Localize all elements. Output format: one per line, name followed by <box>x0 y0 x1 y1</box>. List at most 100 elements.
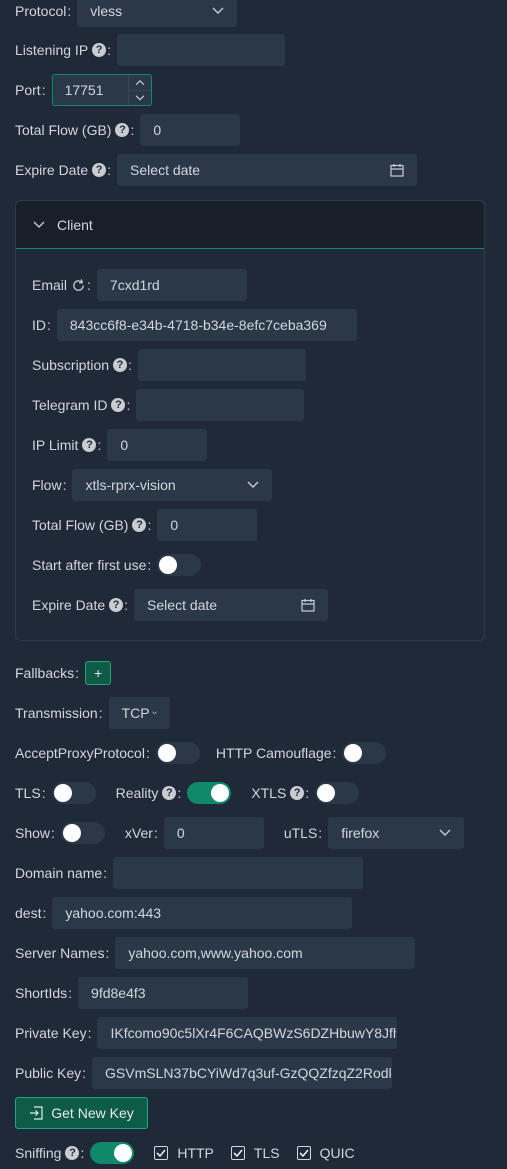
client-flow-label: Flow <box>32 477 62 493</box>
security-row: TLS: Reality?: XTLS?: <box>15 777 360 809</box>
dest-input[interactable]: yahoo.com:443 <box>52 897 353 929</box>
show-toggle[interactable] <box>60 822 105 844</box>
public-key-row: Public Key: GSVmSLN37bCYiWd7q3uf-GzQQZfz… <box>15 1057 393 1089</box>
domain-name-row: Domain name: <box>15 857 364 889</box>
help-icon[interactable]: ? <box>109 598 124 612</box>
check-icon[interactable] <box>154 1146 169 1160</box>
client-flow-value: xtls-rprx-vision <box>85 477 176 493</box>
help-icon[interactable]: ? <box>92 43 107 57</box>
tls-toggle[interactable] <box>51 782 96 804</box>
chevron-down-icon[interactable] <box>128 89 151 106</box>
sniff-quic-option[interactable]: QUIC <box>296 1145 355 1161</box>
help-icon[interactable]: ? <box>290 786 305 800</box>
check-icon[interactable] <box>296 1146 311 1160</box>
sniff-quic-label: QUIC <box>319 1145 355 1161</box>
utls-value: firefox <box>341 825 380 841</box>
chevron-down-icon <box>439 829 451 836</box>
client-flow-row: Flow: xtls-rprx-vision <box>32 469 273 501</box>
get-new-key-button[interactable]: Get New Key <box>15 1097 148 1129</box>
client-panel: Client Email : 7cxd1rd ID: 843cc6f8-e34b… <box>15 200 485 641</box>
expire-date-label: Expire Date <box>15 162 89 178</box>
calendar-icon <box>390 164 404 177</box>
port-stepper[interactable] <box>127 75 151 106</box>
reality-label: Reality <box>115 785 159 801</box>
client-start-after-label: Start after first use <box>32 557 147 573</box>
xver-input[interactable]: 0 <box>163 817 264 849</box>
fallbacks-label: Fallbacks <box>15 665 75 681</box>
client-id-row: ID: 843cc6f8-e34b-4718-b34e-8efc7ceba369 <box>32 309 357 341</box>
help-icon[interactable]: ? <box>92 163 107 177</box>
help-icon[interactable]: ? <box>65 1146 80 1160</box>
public-key-input[interactable]: GSVmSLN37bCYiWd7q3uf-GzQQZfzqZ2Rodk <box>92 1057 393 1089</box>
help-icon[interactable]: ? <box>162 786 177 800</box>
expire-date-placeholder: Select date <box>130 162 201 178</box>
client-telegram-input[interactable] <box>136 389 305 421</box>
client-expire-picker[interactable]: Select date <box>134 589 329 621</box>
sniff-http-option[interactable]: HTTP <box>154 1145 214 1161</box>
client-telegram-row: Telegram ID?: <box>32 389 305 421</box>
client-id-input[interactable]: 843cc6f8-e34b-4718-b34e-8efc7ceba369 <box>56 309 357 341</box>
domain-name-input[interactable] <box>113 857 364 889</box>
private-key-input[interactable]: IKfcomo90c5lXr4F6CAQBWzS6DZHbuwY8Jfh <box>97 1017 398 1049</box>
listening-ip-label: Listening IP <box>15 42 89 58</box>
sniff-http-label: HTTP <box>177 1145 214 1161</box>
total-flow-input[interactable]: 0 <box>140 114 241 146</box>
transmission-select[interactable]: TCP <box>108 697 170 729</box>
client-expire-label: Expire Date <box>32 597 106 613</box>
transmission-row: Transmission: TCP <box>15 697 170 729</box>
xtls-toggle[interactable] <box>315 782 360 804</box>
utls-select[interactable]: firefox <box>328 817 465 849</box>
client-ip-limit-input[interactable]: 0 <box>107 429 208 461</box>
protocol-select[interactable]: vless <box>77 0 238 27</box>
short-ids-label: ShortIds <box>15 985 68 1001</box>
expire-date-row: Expire Date?: Select date <box>15 154 418 186</box>
sniffing-label: Sniffing <box>15 1145 62 1161</box>
add-fallback-button[interactable]: + <box>85 661 112 685</box>
client-panel-header[interactable]: Client <box>16 201 484 249</box>
client-email-row: Email : 7cxd1rd <box>32 269 247 301</box>
client-total-flow-input[interactable]: 0 <box>157 509 258 541</box>
start-after-first-use-toggle[interactable] <box>157 554 202 576</box>
total-flow-label: Total Flow (GB) <box>15 122 112 138</box>
reality-toggle[interactable] <box>187 782 232 804</box>
server-names-input[interactable]: yahoo.com,www.yahoo.com <box>115 937 416 969</box>
dest-row: dest: yahoo.com:443 <box>15 897 353 929</box>
show-xver-utls-row: Show: xVer: 0 uTLS: firefox <box>15 817 465 849</box>
help-icon[interactable]: ? <box>115 123 130 137</box>
chevron-down-icon <box>33 221 45 228</box>
client-email-input[interactable]: 7cxd1rd <box>96 269 247 301</box>
chevron-up-icon[interactable] <box>129 75 151 90</box>
client-flow-select[interactable]: xtls-rprx-vision <box>72 469 273 501</box>
client-total-flow-row: Total Flow (GB)?: 0 <box>32 509 258 541</box>
port-input[interactable]: 17751 <box>51 74 152 106</box>
dest-label: dest <box>15 905 42 921</box>
refresh-icon[interactable] <box>71 278 86 293</box>
help-icon[interactable]: ? <box>82 438 97 452</box>
public-key-label: Public Key <box>15 1065 82 1081</box>
help-icon[interactable]: ? <box>113 358 128 372</box>
expire-date-picker[interactable]: Select date <box>117 154 418 186</box>
port-label: Port <box>15 82 41 98</box>
accept-proxy-protocol-toggle[interactable] <box>155 742 200 764</box>
sniffing-toggle[interactable] <box>90 1142 135 1164</box>
private-key-row: Private Key: IKfcomo90c5lXr4F6CAQBWzS6DZ… <box>15 1017 398 1049</box>
http-camouflage-toggle[interactable] <box>342 742 387 764</box>
client-ip-limit-row: IP Limit?: 0 <box>32 429 208 461</box>
help-icon[interactable]: ? <box>111 398 126 412</box>
import-icon <box>30 1106 43 1120</box>
domain-name-label: Domain name <box>15 865 103 881</box>
help-icon[interactable]: ? <box>132 518 147 532</box>
listening-ip-input[interactable] <box>117 34 286 66</box>
protocol-value: vless <box>90 3 123 19</box>
check-icon[interactable] <box>230 1146 245 1160</box>
client-subscription-input[interactable] <box>137 349 306 381</box>
short-ids-input[interactable]: 9fd8e4f3 <box>78 977 249 1009</box>
accept-proxy-label: AcceptProxyProtocol <box>15 745 145 761</box>
proxy-camouflage-row: AcceptProxyProtocol: HTTP Camouflage: <box>15 737 387 769</box>
calendar-icon <box>301 599 315 612</box>
sniff-tls-option[interactable]: TLS <box>230 1145 280 1161</box>
show-label: Show <box>15 825 51 841</box>
client-email-label: Email <box>32 277 68 293</box>
short-ids-row: ShortIds: 9fd8e4f3 <box>15 977 249 1009</box>
server-names-label: Server Names <box>15 945 105 961</box>
